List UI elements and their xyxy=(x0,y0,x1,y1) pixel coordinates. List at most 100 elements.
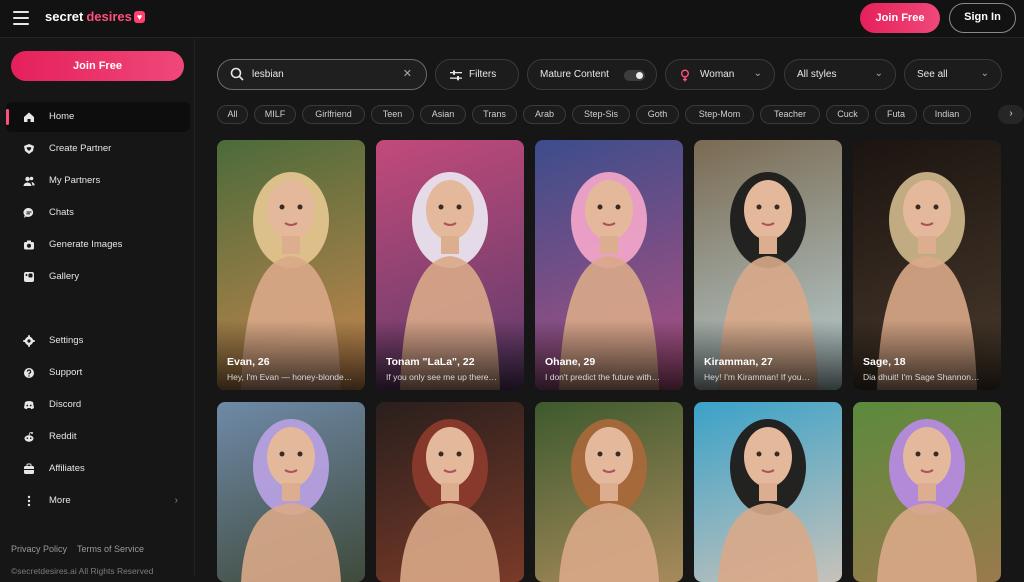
character-portrait xyxy=(400,419,500,582)
menu-icon[interactable] xyxy=(13,11,29,25)
sidebar-item-label: Discord xyxy=(49,399,82,410)
tag-milf[interactable]: MILF xyxy=(254,105,296,124)
sidebar-item-more[interactable]: More › xyxy=(6,486,190,516)
sidebar-item-gallery[interactable]: Gallery xyxy=(6,262,190,292)
discord-icon xyxy=(24,401,34,410)
filters-button[interactable]: Filters xyxy=(435,59,519,90)
sidebar-item-affiliates[interactable]: Affiliates xyxy=(6,454,190,484)
character-portrait xyxy=(718,419,818,582)
sidebar-item-home[interactable]: Home xyxy=(6,102,190,132)
chevron-down-icon: ⌄ xyxy=(874,68,883,79)
gear-icon xyxy=(23,335,35,347)
logo-word-desires: desires xyxy=(86,9,132,24)
character-description: If you only see me up there… xyxy=(386,372,498,382)
character-card[interactable]: Tonam "LaLa", 22 If you only see me up th… xyxy=(376,140,524,390)
character-card[interactable] xyxy=(535,402,683,582)
tag-bar: All MILF Girlfriend Teen Asian Trans Ara… xyxy=(217,105,1024,125)
character-name: Sage, 18 xyxy=(863,356,906,368)
sidebar-item-label: Gallery xyxy=(49,271,80,282)
sidebar-item-discord[interactable]: Discord xyxy=(6,390,190,420)
sidebar-item-label: Support xyxy=(49,367,83,378)
users-icon xyxy=(23,176,35,186)
tag-arab[interactable]: Arab xyxy=(523,105,566,124)
copyright-text: ©secretdesires.ai All Rights Reserved xyxy=(11,566,154,576)
sort-label: See all xyxy=(917,69,948,80)
character-description: I don't predict the future with… xyxy=(545,372,661,382)
logo[interactable]: secret desires ♥ xyxy=(45,9,146,24)
sign-in-button[interactable]: Sign In xyxy=(949,3,1016,33)
sidebar-item-support[interactable]: Support xyxy=(6,358,190,388)
chevron-down-icon: ⌄ xyxy=(753,68,762,79)
character-card[interactable] xyxy=(217,402,365,582)
privacy-policy-link[interactable]: Privacy Policy xyxy=(11,544,67,554)
character-card[interactable] xyxy=(694,402,842,582)
tag-asian[interactable]: Asian xyxy=(420,105,466,124)
heart-shield-icon xyxy=(24,144,34,154)
character-description: Hey, I'm Evan — honey-blonde… xyxy=(227,372,353,382)
search-icon xyxy=(230,67,244,81)
close-icon[interactable]: ✕ xyxy=(403,67,412,80)
sidebar-item-label: Affiliates xyxy=(49,463,85,474)
sidebar-item-settings[interactable]: Settings xyxy=(6,326,190,356)
tag-goth[interactable]: Goth xyxy=(636,105,679,124)
tag-teen[interactable]: Teen xyxy=(371,105,414,124)
tag-step-mom[interactable]: Step-Mom xyxy=(685,105,754,124)
main-content: ✕ Filters Mature Content Woman ⌄ All sty… xyxy=(196,39,1024,582)
styles-select[interactable]: All styles ⌄ xyxy=(784,59,896,90)
footer-links: Privacy Policy Terms of Service xyxy=(11,544,154,554)
top-bar: secret desires ♥ Join Free Sign In xyxy=(0,0,1024,38)
chevron-down-icon: ⌄ xyxy=(980,68,989,79)
gallery-icon xyxy=(24,272,34,282)
toggle-switch[interactable] xyxy=(624,70,645,81)
character-card[interactable] xyxy=(376,402,524,582)
sidebar-item-label: Home xyxy=(49,111,75,122)
mature-content-label: Mature Content xyxy=(540,69,609,80)
join-free-button-sidebar[interactable]: Join Free xyxy=(11,51,184,81)
tag-futa[interactable]: Futa xyxy=(875,105,917,124)
search-bar[interactable]: ✕ xyxy=(217,59,427,90)
sidebar-item-chats[interactable]: Chats xyxy=(6,198,190,228)
sidebar-item-create-partner[interactable]: Create Partner xyxy=(6,134,190,164)
character-card[interactable] xyxy=(853,402,1001,582)
tag-girlfriend[interactable]: Girlfriend xyxy=(302,105,365,124)
sidebar-item-label: More xyxy=(49,495,71,506)
heart-icon: ♥ xyxy=(133,11,146,23)
character-card[interactable]: Evan, 26 Hey, I'm Evan — honey-blonde… xyxy=(217,140,365,390)
tag-indian[interactable]: Indian xyxy=(923,105,971,124)
search-input[interactable] xyxy=(252,66,392,83)
tag-trans[interactable]: Trans xyxy=(472,105,517,124)
join-free-button-header[interactable]: Join Free xyxy=(860,3,940,33)
character-name: Evan, 26 xyxy=(227,356,270,368)
character-card[interactable]: Kiramman, 27 Hey! I'm Kiramman! If you… xyxy=(694,140,842,390)
character-portrait xyxy=(877,419,977,582)
sidebar-item-reddit[interactable]: Reddit xyxy=(6,422,190,452)
gender-select[interactable]: Woman ⌄ xyxy=(665,59,775,90)
sort-select[interactable]: See all ⌄ xyxy=(904,59,1002,90)
terms-of-service-link[interactable]: Terms of Service xyxy=(77,544,144,554)
affiliates-icon xyxy=(24,463,34,474)
chevron-right-icon[interactable]: › xyxy=(998,105,1024,124)
tag-cuck[interactable]: Cuck xyxy=(826,105,869,124)
character-card[interactable]: Ohane, 29 I don't predict the future with… xyxy=(535,140,683,390)
gender-label: Woman xyxy=(700,69,735,80)
character-portrait xyxy=(559,419,659,582)
chevron-right-icon: › xyxy=(174,495,178,506)
sidebar-item-generate-images[interactable]: Generate Images xyxy=(6,230,190,260)
character-name: Kiramman, 27 xyxy=(704,356,773,368)
sidebar-item-my-partners[interactable]: My Partners xyxy=(6,166,190,196)
mature-content-toggle[interactable]: Mature Content xyxy=(527,59,657,90)
character-card[interactable]: Sage, 18 Dia dhuit! I'm Sage Shannon… xyxy=(853,140,1001,390)
character-name: Ohane, 29 xyxy=(545,356,596,368)
character-portrait xyxy=(241,419,341,582)
sliders-icon xyxy=(450,70,462,81)
filters-label: Filters xyxy=(469,69,497,80)
sidebar-item-label: Chats xyxy=(49,207,74,218)
tag-teacher[interactable]: Teacher xyxy=(760,105,820,124)
sidebar-item-label: Create Partner xyxy=(49,143,112,154)
tag-step-sis[interactable]: Step-Sis xyxy=(572,105,630,124)
female-symbol-icon xyxy=(681,69,689,82)
more-icon xyxy=(27,495,31,507)
sidebar-item-label: My Partners xyxy=(49,175,101,186)
tag-all[interactable]: All xyxy=(217,105,248,124)
character-description: Hey! I'm Kiramman! If you… xyxy=(704,372,811,382)
